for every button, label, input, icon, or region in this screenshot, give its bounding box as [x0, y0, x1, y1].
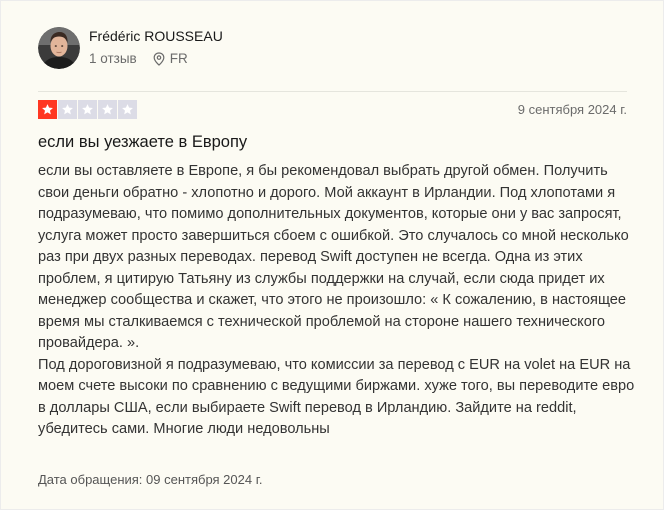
reviewer-header: Frédéric ROUSSEAU 1 отзыв FR: [38, 27, 223, 69]
review-count: 1 отзыв: [89, 51, 137, 66]
experience-date: Дата обращения: 09 сентября 2024 г.: [38, 472, 263, 487]
reviewer-avatar[interactable]: [38, 27, 80, 69]
location-pin-icon: [153, 52, 165, 66]
star-empty-icon: [98, 100, 117, 119]
star-empty-icon: [58, 100, 77, 119]
review-body: если вы оставляете в Европе, я бы рекоме…: [38, 161, 638, 441]
review-title[interactable]: если вы уезжаете в Европу: [38, 131, 247, 153]
review-paragraph: если вы оставляете в Европе, я бы рекоме…: [38, 163, 629, 351]
header-divider: [38, 91, 627, 92]
star-rating: [38, 100, 138, 119]
review-date: 9 сентября 2024 г.: [517, 102, 627, 117]
reviewer-name[interactable]: Frédéric ROUSSEAU: [89, 27, 223, 45]
star-filled-icon: [38, 100, 57, 119]
reviewer-meta: 1 отзыв FR: [89, 50, 223, 68]
star-empty-icon: [78, 100, 97, 119]
review-card: Frédéric ROUSSEAU 1 отзыв FR 9 сентября …: [0, 0, 664, 510]
reviewer-info: Frédéric ROUSSEAU 1 отзыв FR: [89, 28, 223, 68]
star-empty-icon: [118, 100, 137, 119]
avatar-photo-icon: [38, 27, 80, 69]
reviewer-country: FR: [169, 51, 188, 66]
review-paragraph: Под дороговизной я подразумеваю, что ком…: [38, 356, 635, 438]
